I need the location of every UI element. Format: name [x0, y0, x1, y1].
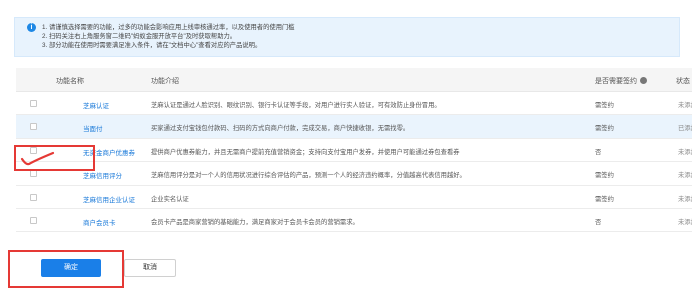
- confirm-button[interactable]: 确定: [41, 259, 101, 277]
- table-row: 商户会员卡 会员卡产品是商家营销的基础能力，满足商家对于会员卡会员的营销需求。 …: [16, 209, 692, 233]
- sign-required: 否: [595, 218, 602, 226]
- sign-required: 需签约: [595, 125, 614, 133]
- column-header-status: 状态: [676, 78, 690, 85]
- status-text: 未添加: [678, 102, 692, 109]
- feature-description: 芝麻信用评分是对一个人的信用状况进行综合评估的产品，预测一个人的经济违约概率，分…: [151, 172, 466, 180]
- info-icon: i: [27, 23, 36, 32]
- row-checkbox[interactable]: [30, 216, 37, 224]
- table-row: 芝麻信用企业认证 企业实名认证 需签约 未添加: [16, 186, 692, 209]
- feature-name-link[interactable]: 芝麻信用评分: [83, 170, 122, 180]
- feature-name-link[interactable]: 芝麻信用企业认证: [83, 194, 135, 204]
- feature-description: 提供商户优惠券能力，并且无需商户提前充值营销资金；支持向支付宝用户发券，并使用户…: [151, 148, 460, 156]
- table-row: 芝麻信用评分 芝麻信用评分是对一个人的信用状况进行综合评估的产品，预测一个人的经…: [16, 162, 692, 186]
- status-text: 已添加: [678, 125, 692, 133]
- table-row: 当面付 买家通过支付宝钱包付款码、扫码的方式向商户付款，完成交易，商户快捷收银，…: [16, 115, 692, 139]
- notice-line: 3. 部分功能在使用时需要满足准入条件，请在"文档中心"查看对应的产品说明。: [42, 42, 262, 49]
- status-text: 未添加: [678, 218, 692, 226]
- cancel-button[interactable]: 取消: [124, 259, 176, 277]
- feature-name-link[interactable]: 商户会员卡: [83, 217, 116, 227]
- table-row: 无资金商户优惠券 提供商户优惠券能力，并且无需商户提前充值营销资金；支持向支付宝…: [16, 139, 692, 163]
- column-header-desc: 功能介绍: [151, 78, 179, 85]
- feature-description: 芝麻认证是通过人脸识别、眼纹识别、银行卡认证等手段，对用户进行实人验证，可有效防…: [151, 102, 441, 109]
- notice-text: 1. 请谨慎选择需要的功能，过多的功能会影响应用上线审核通过率，以及使用者的使用…: [42, 23, 295, 50]
- table-header: 功能名称 功能介绍 是否需要签约 状态: [16, 68, 692, 92]
- column-header-name: 功能名称: [56, 78, 84, 85]
- row-checkbox[interactable]: [30, 170, 37, 178]
- column-header-sign: 是否需要签约: [595, 76, 647, 86]
- sign-required: 需签约: [595, 195, 614, 203]
- status-text: 未添加: [678, 172, 692, 180]
- table-row: 芝麻认证 芝麻认证是通过人脸识别、眼纹识别、银行卡认证等手段，对用户进行实人验证…: [16, 92, 692, 116]
- help-icon[interactable]: [640, 77, 647, 84]
- row-checkbox[interactable]: [30, 100, 37, 107]
- status-text: 未添加: [678, 195, 692, 203]
- status-text: 未添加: [678, 148, 692, 156]
- feature-description: 买家通过支付宝钱包付款码、扫码的方式向商户付款，完成交易，商户快捷收银，无需找零…: [151, 125, 410, 133]
- row-checkbox[interactable]: [30, 193, 37, 201]
- sign-required: 需签约: [595, 102, 614, 109]
- feature-description: 会员卡产品是商家营销的基础能力，满足商家对于会员卡会员的营销需求。: [151, 218, 359, 226]
- feature-name-link[interactable]: 芝麻认证: [83, 100, 109, 110]
- annotation-check-mark-icon: [20, 151, 55, 166]
- column-header-sign-label: 是否需要签约: [595, 78, 637, 85]
- sign-required: 否: [595, 148, 602, 156]
- notice-line: 2. 扫码关注右上角服务窗二维码"蚂蚁金服开放平台"及时获取帮助力。: [42, 33, 237, 40]
- row-checkbox[interactable]: [30, 123, 37, 131]
- feature-name-link[interactable]: 当面付: [83, 123, 103, 133]
- feature-table: 功能名称 功能介绍 是否需要签约 状态 芝麻认证 芝麻认证是通过人脸识别、眼纹识…: [16, 68, 692, 233]
- notice-banner: i 1. 请谨慎选择需要的功能，过多的功能会影响应用上线审核通过率，以及使用者的…: [14, 17, 680, 57]
- notice-line: 1. 请谨慎选择需要的功能，过多的功能会影响应用上线审核通过率，以及使用者的使用…: [42, 24, 295, 31]
- sign-required: 需签约: [595, 172, 614, 180]
- feature-description: 企业实名认证: [151, 195, 189, 203]
